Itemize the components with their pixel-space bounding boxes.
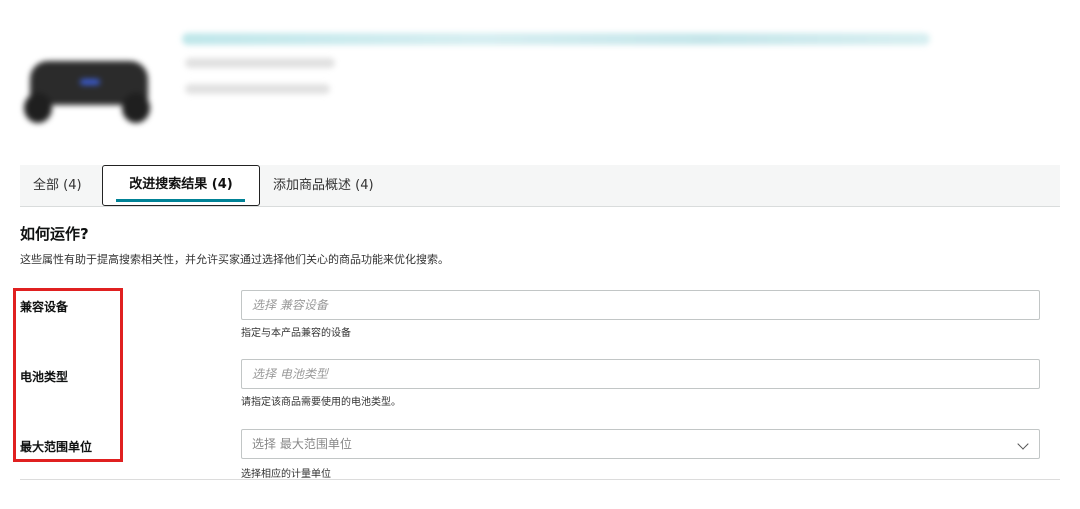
max-range-unit-select-value: 选择 最大范围单位	[252, 437, 352, 451]
tab-improve-search-label: 改进搜索结果 (4)	[129, 177, 233, 192]
battery-type-help: 请指定该商品需要使用的电池类型。	[241, 397, 401, 408]
section-title: 如何运作?	[20, 225, 89, 243]
max-range-unit-help: 选择相应的计量单位	[241, 469, 331, 480]
divider	[20, 479, 1060, 480]
battery-type-input[interactable]: 选择 电池类型	[241, 359, 1040, 389]
tab-all[interactable]: 全部 (4)	[33, 165, 82, 206]
product-header	[0, 0, 1080, 150]
field-label-max-range-unit: 最大范围单位	[20, 440, 93, 454]
product-thumbnail	[22, 55, 154, 127]
field-label-compatible-devices: 兼容设备	[20, 300, 69, 314]
product-title-blurred	[182, 33, 930, 45]
compatible-devices-help: 指定与本产品兼容的设备	[241, 328, 351, 339]
tab-add-overview[interactable]: 添加商品概述 (4)	[273, 165, 374, 206]
max-range-unit-select[interactable]: 选择 最大范围单位	[241, 429, 1040, 459]
chevron-down-icon	[1017, 438, 1029, 450]
field-label-battery-type: 电池类型	[20, 370, 69, 384]
tabs-bar: 全部 (4) 改进搜索结果 (4) 添加商品概述 (4)	[20, 165, 1060, 207]
product-meta-blurred	[185, 84, 330, 94]
tab-improve-search[interactable]: 改进搜索结果 (4)	[102, 165, 260, 206]
active-tab-indicator	[116, 199, 245, 202]
section-description: 这些属性有助于提高搜索相关性，并允许买家通过选择他们关心的商品功能来优化搜索。	[20, 253, 449, 266]
compatible-devices-input[interactable]: 选择 兼容设备	[241, 290, 1040, 320]
product-meta-blurred	[185, 58, 335, 68]
